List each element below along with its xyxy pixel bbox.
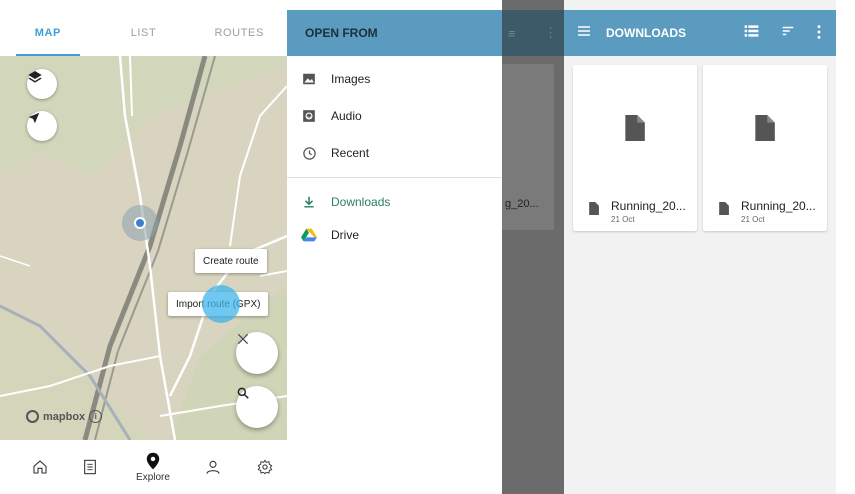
drawer-item-audio[interactable]: Audio [287, 101, 502, 131]
nav-explore-label: Explore [136, 471, 170, 483]
drawer-title: OPEN FROM [287, 10, 502, 56]
list-icon [84, 459, 96, 475]
navigation-drawer: OPEN FROM Images Audio Recent Downloads [287, 0, 502, 494]
mapbox-wordmark: mapbox [43, 410, 86, 423]
download-icon [301, 194, 317, 210]
downloads-toolbar [564, 10, 836, 56]
sort-icon[interactable] [781, 24, 795, 43]
image-icon [301, 71, 317, 87]
file-card[interactable]: Running_20... 21 Oct [703, 65, 827, 231]
more-vert-icon[interactable] [816, 24, 822, 45]
nav-explore[interactable]: Explore [131, 440, 175, 494]
file-card[interactable]: Running_20... 21 Oct [573, 65, 697, 231]
bottom-navigation: Explore [0, 440, 287, 494]
close-icon [237, 333, 249, 345]
map-app-panel: MAP LIST ROUTES Create route Import (GPX… [0, 0, 287, 494]
drive-icon [301, 227, 317, 243]
drawer-item-downloads[interactable]: Downloads [287, 187, 502, 217]
settings-icon [257, 459, 273, 475]
drawer-item-label: Downloads [331, 195, 391, 209]
person-icon [206, 460, 220, 474]
downloads-title: DOWNLOADS [606, 26, 686, 40]
file-thumbnail-icon [623, 115, 645, 146]
tab-map[interactable]: MAP [0, 10, 96, 56]
nav-list[interactable] [68, 440, 112, 494]
audio-icon [301, 108, 317, 124]
more-vert-icon: ⋮ [544, 25, 557, 40]
tab-bar: MAP LIST ROUTES [0, 10, 287, 56]
file-type-icon [588, 202, 599, 220]
drawer-divider [287, 177, 502, 178]
home-icon [33, 460, 47, 474]
clock-icon [301, 145, 317, 161]
nav-settings[interactable] [243, 440, 287, 494]
layers-icon [28, 71, 42, 83]
downloads-panel: DOWNLOADS Running_20... 21 Oct Running_2… [564, 0, 836, 494]
drawer-item-label: Recent [331, 146, 370, 160]
dimmed-toolbar: ≡ ⋮ [502, 10, 564, 56]
right-margin [836, 0, 855, 494]
current-location-dot [134, 217, 146, 229]
drawer-item-images[interactable]: Images [287, 64, 502, 94]
file-date: 21 Oct [741, 215, 765, 224]
dimmed-file-name: g_20... [505, 198, 539, 210]
tab-routes[interactable]: ROUTES [191, 10, 287, 56]
search-icon [237, 387, 249, 399]
tab-list[interactable]: LIST [96, 10, 192, 56]
list-view-icon[interactable] [744, 24, 759, 43]
drawer-item-recent[interactable]: Recent [287, 138, 502, 168]
file-type-icon [718, 202, 729, 220]
locate-button[interactable] [27, 111, 57, 141]
layers-button[interactable] [27, 69, 57, 99]
file-name: Running_20... [741, 199, 816, 213]
navigation-arrow-icon [28, 112, 40, 124]
nav-profile[interactable] [191, 440, 235, 494]
drawer-item-label: Images [331, 72, 371, 86]
info-icon[interactable]: i [89, 410, 103, 423]
file-thumbnail-icon [753, 115, 775, 146]
nav-home[interactable] [18, 440, 62, 494]
touch-indicator [202, 285, 240, 323]
hamburger-menu-icon[interactable] [576, 23, 592, 44]
create-route-button[interactable]: Create route [195, 249, 267, 273]
drawer-item-label: Drive [331, 228, 360, 242]
file-date: 21 Oct [611, 215, 635, 224]
file-name: Running_20... [611, 199, 686, 213]
mapbox-logo-icon [26, 410, 39, 423]
close-fab[interactable] [236, 332, 278, 374]
drawer-item-label: Audio [331, 109, 362, 123]
map-view[interactable]: Create route Import route (GPX) mapbox i [0, 56, 287, 440]
location-pin-icon [146, 452, 160, 469]
open-from-panel: ≡ ⋮ g_20... OPEN FROM Images Audio Recen… [287, 0, 564, 494]
search-fab[interactable] [236, 386, 278, 428]
mapbox-attribution: mapbox i [26, 410, 103, 423]
sort-icon: ≡ [508, 26, 516, 41]
drawer-item-drive[interactable]: Drive [287, 220, 502, 250]
